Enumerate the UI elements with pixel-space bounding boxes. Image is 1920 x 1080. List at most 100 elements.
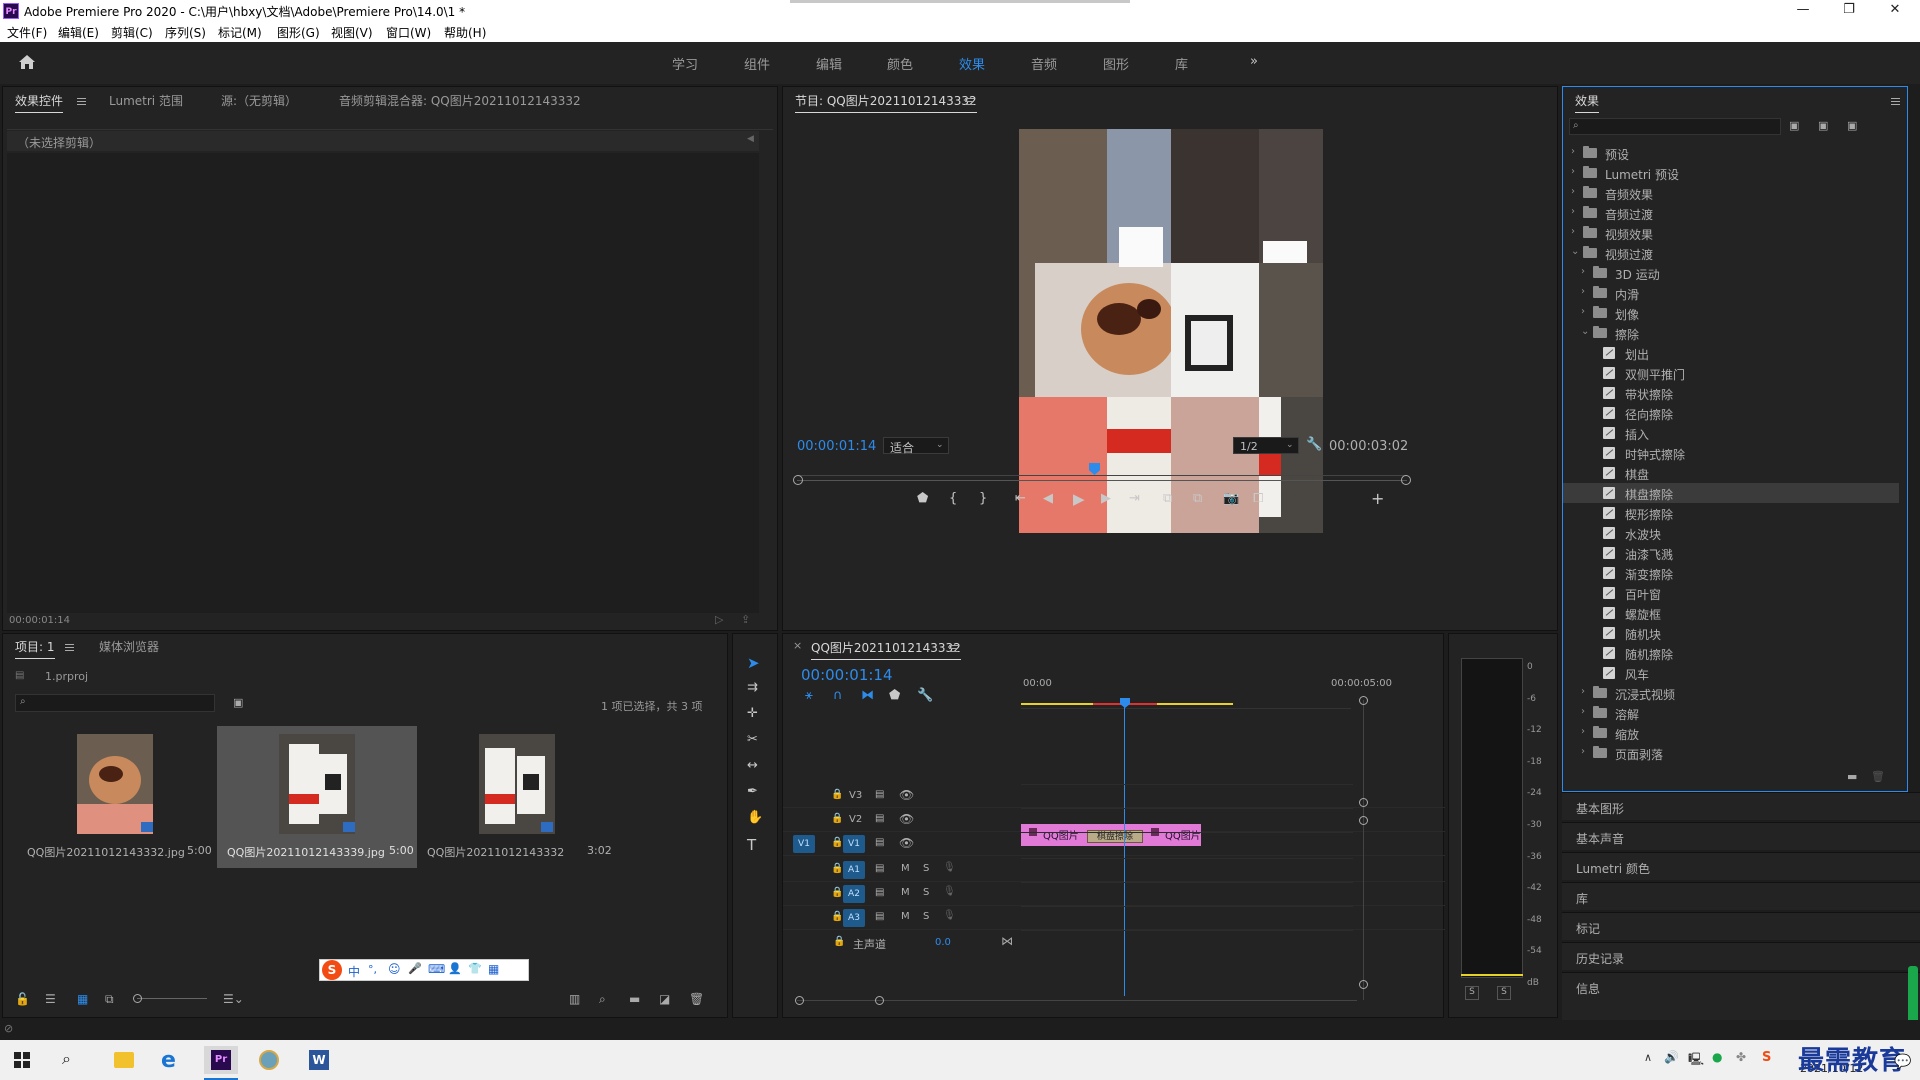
effect-tree-item[interactable]: › 缩放	[1563, 723, 1899, 743]
lift-icon[interactable]: ⧉	[1163, 491, 1172, 506]
effect-tree-item[interactable]: › 视频效果	[1563, 223, 1899, 243]
effect-tree-item[interactable]: › Lumetri 预设	[1563, 163, 1899, 183]
menu-window[interactable]: 窗口(W)	[386, 24, 431, 41]
ime-voice-icon[interactable]: 🎤	[408, 962, 422, 975]
solo-right-button[interactable]: S	[1497, 986, 1511, 1000]
effect-tree-item[interactable]: 百叶窗	[1563, 583, 1899, 603]
sogou-logo-icon[interactable]: S	[322, 960, 342, 980]
effect-tree-item[interactable]: 水波块	[1563, 523, 1899, 543]
yuv-effects-icon[interactable]: ▣	[1847, 119, 1857, 132]
zoom-handle-left[interactable]	[793, 475, 803, 485]
pen-tool-icon[interactable]: ✒	[747, 784, 758, 799]
audio-track-row[interactable]: 🔒 A2 ▤ M S 🎙	[783, 882, 1445, 906]
ime-toolbox-icon[interactable]: ▦	[488, 962, 499, 976]
search-icon[interactable]: ⌕	[62, 1049, 71, 1069]
effect-tree-item[interactable]: 双侧平推门	[1563, 363, 1899, 383]
eye-icon[interactable]: 👁	[899, 812, 914, 826]
close-button[interactable]: ✕	[1872, 0, 1918, 22]
ime-skin-icon[interactable]: 👕	[468, 962, 482, 975]
wrench-icon[interactable]: 🔧	[917, 688, 933, 703]
chevron-right-icon[interactable]: ›	[1581, 686, 1585, 697]
effect-tree-item[interactable]: 油漆飞溅	[1563, 543, 1899, 563]
more-workspaces-icon[interactable]: »	[1250, 54, 1258, 69]
program-monitor-title[interactable]: 节目: QQ图片20211012143332	[795, 92, 977, 113]
effect-tree-item[interactable]: › 3D 运动	[1563, 263, 1899, 283]
tab-project[interactable]: 项目: 1	[15, 638, 55, 659]
delete-icon[interactable]: 🗑	[1871, 770, 1885, 783]
project-item-1[interactable]: QQ图片20211012143332.jpg 5:00	[15, 726, 212, 866]
filter-icon[interactable]: ▷	[715, 613, 723, 626]
extract-icon[interactable]: ⧉	[1193, 491, 1202, 506]
lock-icon[interactable]: 🔒	[831, 911, 843, 922]
minimize-button[interactable]: —	[1780, 0, 1826, 22]
effect-tree-item[interactable]: 楔形擦除	[1563, 503, 1899, 523]
chevron-right-icon[interactable]: ›	[1571, 186, 1575, 197]
lock-icon[interactable]: 🔒	[833, 936, 845, 947]
ime-punctuation[interactable]: °,	[368, 963, 377, 976]
chevron-right-icon[interactable]: ›	[1581, 286, 1585, 297]
effect-tree-item[interactable]: 棋盘擦除	[1563, 483, 1899, 503]
effect-tree-item[interactable]: › 预设	[1563, 143, 1899, 163]
ime-chinese-mode[interactable]: 中	[348, 963, 360, 980]
step-forward-icon[interactable]: ▶	[1101, 491, 1111, 506]
sequence-tab[interactable]: QQ图片20211012143332	[811, 639, 961, 660]
sync-lock-icon[interactable]: ▤	[875, 789, 884, 800]
eye-icon[interactable]: 👁	[899, 788, 914, 802]
tab-effect-controls[interactable]: 效果控件	[15, 92, 64, 113]
ime-tray-icon[interactable]: ✤	[1736, 1050, 1746, 1064]
icon-view-icon[interactable]: ▦	[77, 992, 88, 1006]
v-scroll-handle-mid[interactable]	[1359, 798, 1368, 807]
effect-tree-item[interactable]: › 沉浸式视频	[1563, 683, 1899, 703]
freeform-view-icon[interactable]: ⧉	[105, 992, 114, 1007]
file-explorer-icon[interactable]	[106, 1046, 140, 1074]
collapse-icon[interactable]: ◀	[747, 134, 754, 144]
side-essential-sound[interactable]: 基本声音	[1562, 822, 1920, 850]
effect-tree-item[interactable]: › 划像	[1563, 303, 1899, 323]
notification-icon[interactable]: 💬	[1894, 1054, 1911, 1070]
v-scroll-handle-top[interactable]	[1359, 696, 1368, 705]
timeline-playhead-handle[interactable]	[1120, 698, 1130, 708]
effect-tree-item[interactable]: 划出	[1563, 343, 1899, 363]
workspace-editing[interactable]: 编辑	[816, 54, 842, 73]
solo-button[interactable]: S	[923, 887, 929, 898]
chevron-right-icon[interactable]: ›	[1571, 166, 1575, 177]
workspace-assembly[interactable]: 组件	[744, 54, 770, 73]
chevron-right-icon[interactable]: ›	[1581, 726, 1585, 737]
menu-marker[interactable]: 标记(M)	[218, 24, 262, 41]
audio-track-row[interactable]: 🔒 A1 ▤ M S 🎙	[783, 858, 1445, 882]
effect-tree-item[interactable]: 渐变擦除	[1563, 563, 1899, 583]
h-scroll-handle-right[interactable]	[875, 996, 884, 1005]
list-view-icon[interactable]: ☰	[45, 992, 56, 1006]
effect-tree-item[interactable]: ⌄ 擦除	[1563, 323, 1899, 343]
side-libraries[interactable]: 库	[1562, 882, 1920, 910]
v-scroll-handle-mid2[interactable]	[1359, 816, 1368, 825]
word-icon[interactable]: W	[302, 1046, 336, 1074]
program-ruler[interactable]	[797, 467, 1407, 479]
lock-icon[interactable]: 🔒	[831, 789, 843, 800]
edge-browser-icon[interactable]: e	[155, 1046, 189, 1074]
export-frame-icon[interactable]: 📷	[1223, 491, 1239, 506]
lock-icon[interactable]: 🔒	[831, 887, 843, 898]
timeline-timecode[interactable]: 00:00:01:14	[801, 666, 893, 684]
automate-to-sequence-icon[interactable]: ▥	[569, 992, 580, 1006]
program-timecode[interactable]: 00:00:01:14	[797, 439, 876, 454]
timeline-ruler[interactable]	[1021, 690, 1341, 700]
zoom-slider-handle[interactable]	[133, 994, 142, 1003]
tab-media-browser[interactable]: 媒体浏览器	[99, 638, 159, 655]
new-bin-icon[interactable]: ▬	[629, 992, 640, 1006]
side-lumetri-color[interactable]: Lumetri 颜色	[1562, 852, 1920, 880]
maximize-button[interactable]: ❐	[1826, 0, 1872, 22]
side-info[interactable]: 信息	[1562, 972, 1920, 1020]
effect-tree-item[interactable]: › 溶解	[1563, 703, 1899, 723]
sogou-tray-icon[interactable]: S	[1762, 1050, 1771, 1065]
timeline-menu-icon[interactable]	[949, 645, 958, 652]
mark-in-icon[interactable]: {	[949, 491, 957, 506]
side-history[interactable]: 历史记录	[1562, 942, 1920, 970]
ime-toolbar[interactable]: S 中 °, ☺ 🎤 ⌨ 👤 👕 ▦	[319, 959, 529, 981]
tab-source[interactable]: 源:（无剪辑）	[221, 92, 297, 109]
selection-tool-icon[interactable]: ➤	[747, 654, 760, 672]
chevron-right-icon[interactable]: ›	[1581, 266, 1585, 277]
go-to-in-icon[interactable]: ⇤	[1015, 491, 1026, 506]
go-to-out-icon[interactable]: ⇥	[1129, 491, 1140, 506]
v-scroll-handle-bottom[interactable]	[1359, 980, 1368, 989]
